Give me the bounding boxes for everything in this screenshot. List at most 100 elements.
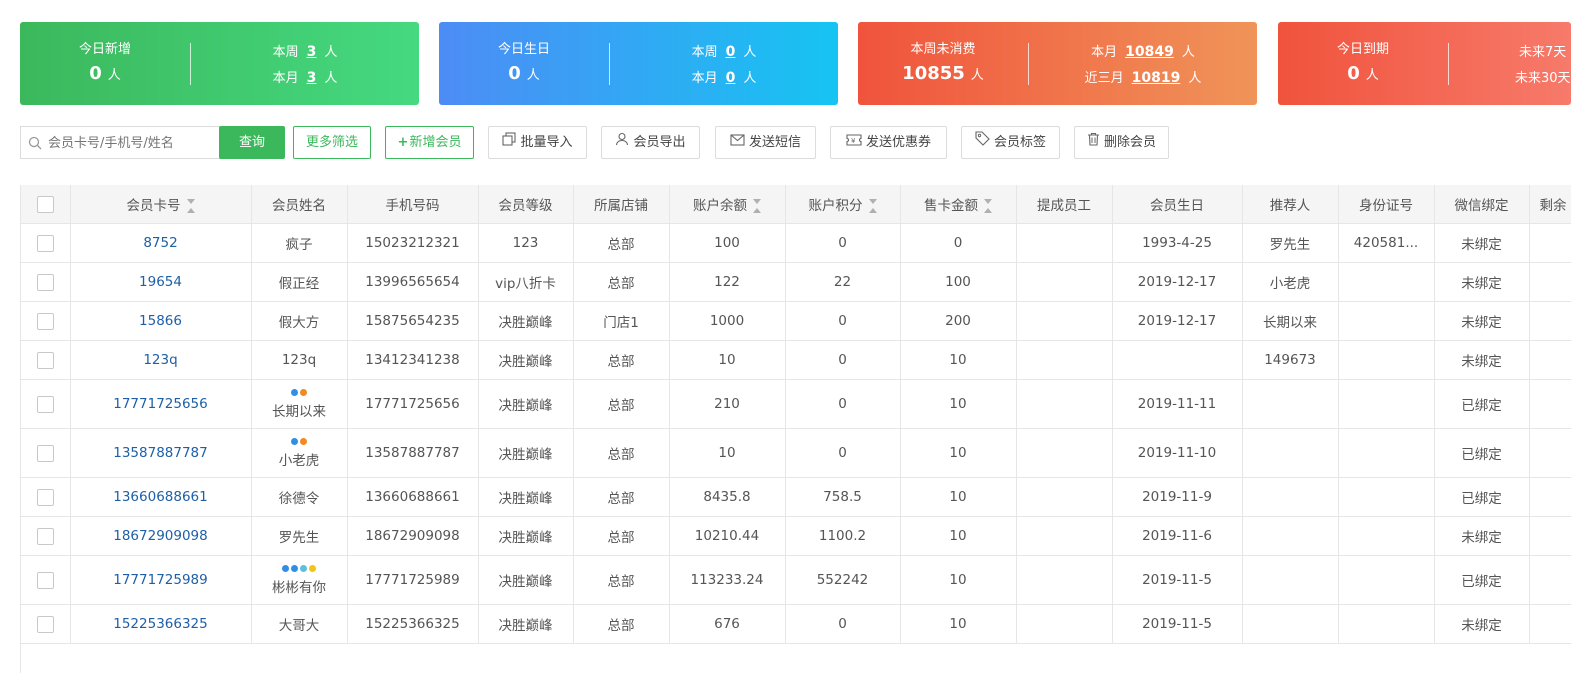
table-row[interactable]: 13587887787 小老虎 13587887787 决胜巅峰 总部 10 0 10 2019…	[21, 428, 1571, 478]
row-checkbox[interactable]	[36, 571, 54, 589]
search-input[interactable]	[46, 133, 218, 153]
cell-store: 总部	[573, 379, 670, 429]
row-checkbox[interactable]	[36, 395, 54, 413]
cell-balance: 210	[669, 379, 786, 429]
row-checkbox[interactable]	[36, 234, 54, 252]
add-member-button[interactable]: +新增会员	[385, 126, 474, 159]
row-checkbox[interactable]	[36, 312, 54, 330]
cell-card-no[interactable]: 18672909098	[70, 516, 252, 556]
stat-card-birthdays[interactable]: 今日生日 0人 本周 0 人 本月 0 人	[439, 22, 838, 105]
query-button[interactable]: 查询	[219, 126, 285, 159]
row-checkbox[interactable]	[36, 488, 54, 506]
stat-row-value[interactable]: 10819	[1132, 70, 1181, 86]
cell-level: 决胜巅峰	[478, 477, 574, 517]
cell-wechat: 未绑定	[1434, 262, 1530, 302]
col-balance[interactable]: 账户余额	[669, 185, 786, 224]
cell-sales: 10	[900, 428, 1017, 478]
delete-member-label: 删除会员	[1103, 135, 1156, 150]
col-points[interactable]: 账户积分	[785, 185, 901, 224]
cell-phone: 13660688661	[347, 477, 479, 517]
cell-birthday: 2019-11-9	[1112, 477, 1243, 517]
stat-value-line: 0人	[20, 63, 190, 84]
cell-referrer: 149673	[1242, 340, 1339, 380]
cell-id-no	[1338, 301, 1435, 341]
stat-row-value[interactable]: 0	[726, 44, 736, 60]
cell-remain	[1529, 604, 1571, 644]
stat-value-line: 10855 人	[858, 63, 1028, 84]
table-row[interactable]: 8752 疯子 15023212321 123 总部 100 0 0 1993-4-25 罗先生 4…	[21, 223, 1571, 263]
more-filter-button[interactable]: 更多筛选	[293, 126, 371, 159]
export-button[interactable]: 会员导出	[601, 126, 700, 159]
stat-card-inactive[interactable]: 本周未消费 10855 人 本月 10849 人 近三月 10819 人	[858, 22, 1257, 105]
select-all-checkbox[interactable]	[36, 195, 54, 213]
send-sms-button[interactable]: 发送短信	[715, 126, 816, 159]
row-checkbox[interactable]	[36, 351, 54, 369]
cell-level: 决胜巅峰	[478, 379, 574, 429]
stat-row-value[interactable]: 3	[307, 70, 317, 86]
cell-balance: 113233.24	[669, 555, 786, 605]
sort-icon[interactable]	[868, 198, 877, 214]
cell-remain	[1529, 340, 1571, 380]
sort-icon[interactable]	[984, 198, 992, 214]
stat-value: 0	[89, 63, 102, 84]
col-store: 所属店铺	[573, 185, 670, 224]
table-row[interactable]: 15866 假大方 15875654235 决胜巅峰 门店1 1000 0 200 2019-1…	[21, 301, 1571, 341]
row-checkbox[interactable]	[36, 527, 54, 545]
cell-wechat: 未绑定	[1434, 516, 1530, 556]
stat-card-new-members[interactable]: 今日新增 0人 本周 3 人 本月 3 人	[20, 22, 419, 105]
ticket-icon: ¥	[846, 127, 862, 158]
table-row[interactable]: 13660688661 徐德令 13660688661 决胜巅峰 总部 8435.8 758…	[21, 477, 1571, 517]
cell-balance: 122	[669, 262, 786, 302]
table-row[interactable]: 18672909098 罗先生 18672909098 决胜巅峰 总部 10210.44 1…	[21, 516, 1571, 556]
stat-secondary: 本月 10849 人 近三月 10819 人	[1029, 22, 1257, 105]
cell-card-no[interactable]: 123q	[70, 340, 252, 380]
col-card-no[interactable]: 会员卡号	[70, 185, 252, 224]
cell-store: 门店1	[573, 301, 670, 341]
cell-card-no[interactable]: 17771725656	[70, 379, 252, 429]
batch-import-button[interactable]: 批量导入	[488, 126, 587, 159]
send-coupon-button[interactable]: ¥ 发送优惠券	[830, 126, 947, 159]
mail-icon	[730, 127, 745, 158]
cell-store: 总部	[573, 604, 670, 644]
row-checkbox[interactable]	[36, 444, 54, 462]
stat-row-label: 本月	[272, 71, 299, 86]
cell-card-no[interactable]: 13587887787	[70, 428, 252, 478]
stat-primary: 本周未消费 10855 人	[858, 22, 1028, 105]
stat-row-value[interactable]: 0	[726, 70, 736, 86]
stat-row-value[interactable]: 10849	[1125, 44, 1174, 60]
row-select-cell	[21, 428, 71, 478]
table-row[interactable]: 17771725989 彬彬有你 17771725989 决胜巅峰 总部 113233.2…	[21, 555, 1571, 605]
table-row[interactable]: 19654 假正经 13996565654 vip八折卡 总部 122 22 100 2019-…	[21, 262, 1571, 302]
stat-row-unit: 人	[743, 71, 757, 86]
row-checkbox[interactable]	[36, 615, 54, 633]
row-checkbox[interactable]	[36, 273, 54, 291]
cell-card-no[interactable]: 17771725989	[70, 555, 252, 605]
table-body: 8752 疯子 15023212321 123 总部 100 0 0 1993-4-25 罗先生 4…	[21, 223, 1571, 644]
sort-icon[interactable]	[753, 198, 761, 214]
sort-icon[interactable]	[186, 198, 195, 214]
tag-dot-icon	[309, 565, 316, 572]
stat-title: 本周未消费	[910, 42, 976, 57]
table-row[interactable]: 15225366325 大哥大 15225366325 决胜巅峰 总部 676 0 10 201…	[21, 604, 1571, 644]
cell-card-no[interactable]: 8752	[70, 223, 252, 263]
member-tag-label: 会员标签	[993, 135, 1046, 150]
delete-member-button[interactable]: 删除会员	[1074, 126, 1169, 159]
stat-secondary: 未来7天 未来30天	[1449, 22, 1571, 105]
member-tag-button[interactable]: 会员标签	[961, 126, 1060, 159]
cell-card-no[interactable]: 15866	[70, 301, 252, 341]
table-row[interactable]: 123q 123q 13412341238 决胜巅峰 总部 10 0 10 149673 未绑定	[21, 340, 1571, 380]
cell-sales: 10	[900, 555, 1017, 605]
cell-sales: 10	[900, 604, 1017, 644]
cell-card-no[interactable]: 19654	[70, 262, 252, 302]
table-row[interactable]: 17771725656 长期以来 17771725656 决胜巅峰 总部 210 0 10 20…	[21, 379, 1571, 429]
stat-row-value[interactable]: 3	[307, 44, 317, 60]
cell-birthday: 1993-4-25	[1112, 223, 1243, 263]
col-sales[interactable]: 售卡金额	[900, 185, 1017, 224]
stat-card-expiring[interactable]: 今日到期 0人 未来7天 未来30天	[1278, 22, 1571, 105]
row-select-cell	[21, 516, 71, 556]
cell-card-no[interactable]: 15225366325	[70, 604, 252, 644]
cell-id-no	[1338, 428, 1435, 478]
send-sms-label: 发送短信	[748, 135, 801, 150]
cell-balance: 100	[669, 223, 786, 263]
cell-card-no[interactable]: 13660688661	[70, 477, 252, 517]
